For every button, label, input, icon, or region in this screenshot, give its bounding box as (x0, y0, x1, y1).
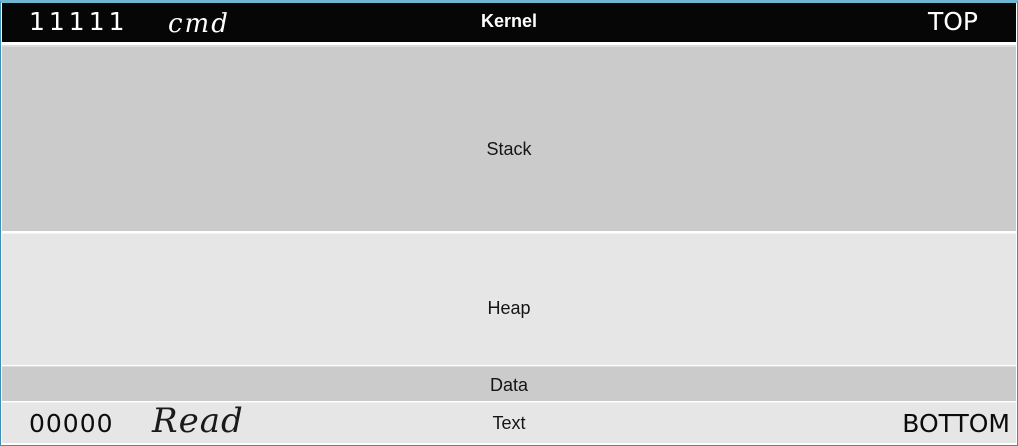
text-label: Text (492, 413, 526, 433)
stack-segment: Stack (2, 45, 1016, 231)
kernel-label: Kernel (480, 11, 538, 31)
data-segment: Data (2, 366, 1016, 401)
stack-label: Stack (486, 139, 532, 159)
text-segment: 00000 Read Text BOTTOM (2, 401, 1016, 443)
memory-layout-diagram: 11111 cmd Kernel TOP Stack Heap Data 000… (0, 0, 1018, 446)
heap-segment: Heap (2, 233, 1016, 365)
data-label: Data (489, 375, 529, 395)
heap-label: Heap (487, 298, 531, 318)
top-position-label: TOP (927, 7, 978, 36)
bottom-position-label: BOTTOM (902, 409, 1010, 438)
kernel-segment: 11111 cmd Kernel TOP (2, 3, 1016, 42)
